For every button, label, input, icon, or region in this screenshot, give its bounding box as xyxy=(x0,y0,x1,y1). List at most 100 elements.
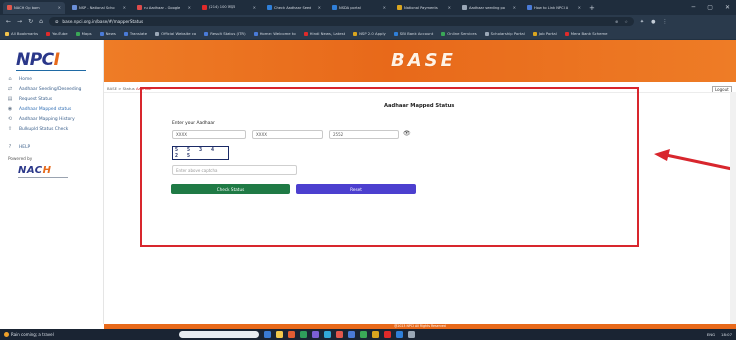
reload-icon[interactable]: ↻ xyxy=(28,18,33,25)
taskbar-app-icon[interactable] xyxy=(335,331,343,338)
taskbar-search[interactable] xyxy=(178,331,259,338)
bookmark-item[interactable]: Translate xyxy=(123,31,147,36)
npci-logo-underline xyxy=(16,70,86,73)
tab-label: Check Aadhaar Seed xyxy=(274,5,312,10)
bookmark-favicon-icon xyxy=(303,31,308,36)
sidebar-item[interactable]: ▤ Request Status xyxy=(6,94,102,104)
menu-dots-icon[interactable]: ⋮ xyxy=(662,19,667,25)
aadhaar-field-3[interactable]: 2552 xyxy=(329,130,399,139)
reset-button[interactable]: Reset xyxy=(296,184,416,194)
tab-close-icon[interactable]: ✕ xyxy=(318,5,321,10)
browser-tab[interactable]: Check Aadhaar Seed ✕ xyxy=(263,2,325,14)
sidebar-item-label: HELP xyxy=(19,144,31,150)
check-status-button[interactable]: Check Status xyxy=(171,184,290,194)
bookmark-label: Online Services xyxy=(447,31,477,36)
bookmark-favicon-icon xyxy=(123,31,128,36)
tab-close-icon[interactable]: ✕ xyxy=(188,5,191,10)
bookmark-item[interactable]: Job Portal xyxy=(532,31,557,36)
tab-label: (214) 100 लाइव xyxy=(209,5,235,9)
tab-close-icon[interactable]: ✕ xyxy=(123,5,126,10)
bookmark-item[interactable]: Home: Welcome to xyxy=(253,31,296,36)
bookmark-item[interactable]: YouTube xyxy=(46,31,68,36)
tray-clock[interactable]: 18:07 xyxy=(721,332,732,337)
aadhaar-field-2[interactable]: XXXX xyxy=(252,130,323,139)
taskbar-app-icon[interactable] xyxy=(347,331,355,338)
browser-tab[interactable]: ru Aadhaar - Google ✕ xyxy=(133,2,195,14)
sidebar: NPCI ⌂ Home ⇄ Aadhaar Seeding/Deseeding ▤ Req… xyxy=(0,40,104,324)
bookmark-item[interactable]: Online Services xyxy=(441,31,477,36)
forward-icon[interactable]: → xyxy=(17,18,22,25)
browser-tab[interactable]: How to Link NPCI A ✕ xyxy=(523,2,585,14)
zoom-icon[interactable]: ⊕ xyxy=(615,19,618,24)
bookmark-star-icon[interactable]: ☆ xyxy=(624,19,628,24)
aadhaar-field-1[interactable]: XXXX xyxy=(172,130,246,139)
browser-tab[interactable]: (214) 100 लाइव ✕ xyxy=(198,2,260,14)
taskbar-app-icon[interactable] xyxy=(299,331,307,338)
taskbar-app-icon[interactable] xyxy=(407,331,415,338)
bookmark-item[interactable]: SBI Bank Account xyxy=(393,31,433,36)
tab-close-icon[interactable]: ✕ xyxy=(578,5,581,10)
bookmark-item[interactable]: Official Website co xyxy=(155,31,196,36)
bookmark-label: YouTube xyxy=(52,31,68,36)
taskbar-app-icon[interactable] xyxy=(371,331,379,338)
browser-tab[interactable]: National Payments ✕ xyxy=(393,2,455,14)
bookmark-item[interactable]: Maps xyxy=(75,31,92,36)
url-field[interactable]: ⊜ base.npci.org.in/base/#/mapperStatus ⊕… xyxy=(48,17,634,26)
tab-close-icon[interactable]: ✕ xyxy=(448,5,451,10)
bookmark-item[interactable]: Mera Bank Scheme xyxy=(564,31,608,36)
sidebar-item[interactable]: ? HELP xyxy=(6,142,102,152)
browser-tab[interactable]: NACH Op bom ✕ xyxy=(3,1,65,14)
bookmark-item[interactable]: Scholarship Portal xyxy=(484,31,525,36)
site-info-icon[interactable]: ⊜ xyxy=(55,19,59,24)
taskbar-app-icon[interactable] xyxy=(359,331,367,338)
minimize-icon[interactable]: ─ xyxy=(692,4,696,11)
weather-widget[interactable]: Rain coming; a travel xyxy=(4,332,54,337)
browser-tab[interactable]: NSP - National Scho ✕ xyxy=(68,2,130,14)
sidebar-item[interactable]: ⇪ Bulkupld Status Check xyxy=(6,124,102,134)
taskbar-app-icon[interactable] xyxy=(287,331,295,338)
back-icon[interactable]: ← xyxy=(6,18,11,25)
bookmark-favicon-icon xyxy=(75,31,80,36)
sidebar-item[interactable]: ⟲ Aadhaar Mapping History xyxy=(6,114,102,124)
tab-close-icon[interactable]: ✕ xyxy=(513,5,516,10)
bookmark-item[interactable]: News xyxy=(99,31,116,36)
taskbar-app-icon[interactable] xyxy=(263,331,271,338)
extensions-area: ✦ ● ⋮ xyxy=(640,19,668,25)
bookmark-label: Result Status (ITR) xyxy=(210,31,246,36)
sidebar-item-label: Aadhaar Mapping History xyxy=(19,116,75,122)
bookmark-item[interactable]: Hindi News, Latest xyxy=(303,31,345,36)
sidebar-item[interactable]: ⇄ Aadhaar Seeding/Deseeding xyxy=(6,84,102,94)
nach-logo: NACH xyxy=(18,165,52,176)
show-hide-eye-icon[interactable]: 👁 xyxy=(403,130,411,137)
tray-language[interactable]: ENG xyxy=(707,332,715,337)
taskbar-app-icon[interactable] xyxy=(275,331,283,338)
taskbar-app-icon[interactable] xyxy=(383,331,391,338)
home-nav-icon[interactable]: ⌂ xyxy=(39,18,43,25)
taskbar-app-icon[interactable] xyxy=(395,331,403,338)
captcha-text: 5 5 3 4 2 5 xyxy=(173,147,228,159)
taskbar-app-icon[interactable] xyxy=(311,331,319,338)
tab-close-icon[interactable]: ✕ xyxy=(383,5,386,10)
extensions-icon[interactable]: ✦ xyxy=(640,19,644,25)
captcha-input[interactable]: Enter above captcha xyxy=(172,165,297,175)
bookmark-label: Mera Bank Scheme xyxy=(570,31,608,36)
tab-label: NSDA portal xyxy=(339,5,361,10)
page-scrollbar[interactable] xyxy=(730,92,736,324)
browser-tab[interactable]: NSDA portal ✕ xyxy=(328,2,390,14)
new-tab-button[interactable]: + xyxy=(589,4,595,12)
close-window-icon[interactable]: ✕ xyxy=(725,4,730,11)
bookmark-item[interactable]: All Bookmarks xyxy=(5,31,38,36)
sidebar-item[interactable]: ⌂ Home xyxy=(6,74,102,84)
maximize-icon[interactable]: ▢ xyxy=(707,4,713,11)
sidebar-item[interactable]: ◉ Aadhaar Mapped status xyxy=(6,104,102,114)
tab-close-icon[interactable]: ✕ xyxy=(58,5,61,10)
tab-favicon-icon xyxy=(462,5,467,10)
powered-by-label: Powered by xyxy=(8,156,33,161)
browser-tab[interactable]: Aadhaar seeding po ✕ xyxy=(458,2,520,14)
taskbar-app-icon[interactable] xyxy=(323,331,331,338)
tab-close-icon[interactable]: ✕ xyxy=(253,5,256,10)
bookmark-item[interactable]: NSP 2.0 Apply xyxy=(353,31,386,36)
profile-icon[interactable]: ● xyxy=(651,19,655,25)
sidebar-menu: ⌂ Home ⇄ Aadhaar Seeding/Deseeding ▤ Request … xyxy=(6,74,102,152)
bookmark-item[interactable]: Result Status (ITR) xyxy=(204,31,246,36)
